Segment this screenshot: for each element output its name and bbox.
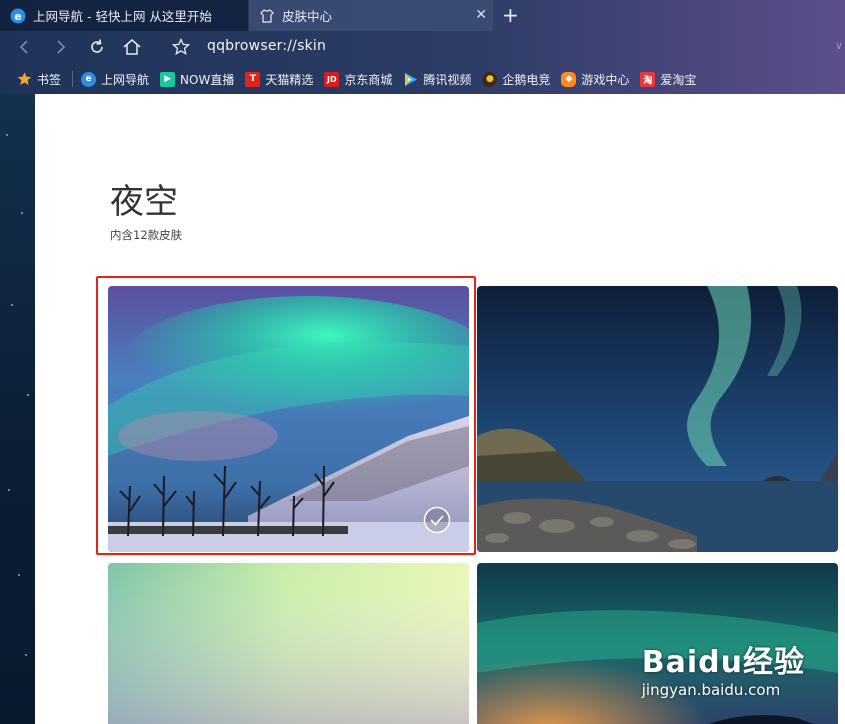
favorite-star-icon[interactable] bbox=[169, 35, 193, 59]
url-input[interactable]: qqbrowser://skin bbox=[207, 38, 326, 54]
refresh-icon[interactable] bbox=[85, 35, 109, 59]
bookmark-item[interactable]: ▶ NOW直播 bbox=[160, 71, 234, 88]
tab-title: 上网导航 - 轻快上网 从这里开始 bbox=[33, 9, 212, 24]
bookmark-item[interactable]: ◆ 游戏中心 bbox=[561, 71, 629, 88]
tmall-icon: T bbox=[245, 71, 261, 87]
tshirt-icon bbox=[259, 8, 275, 24]
bookmark-item[interactable]: e 上网导航 bbox=[81, 71, 149, 88]
bookmark-item[interactable]: 淘 爱淘宝 bbox=[640, 71, 696, 88]
watermark-brand: Baidu经验 bbox=[641, 645, 805, 680]
browser-chrome: e 上网导航 - 轻快上网 从这里开始 皮肤中心 ✕ + qqbrowser:/… bbox=[0, 0, 845, 94]
star-icon bbox=[17, 72, 32, 87]
bookmark-item[interactable]: 腾讯视频 bbox=[403, 71, 471, 88]
background-starfield bbox=[0, 94, 35, 724]
tab-navigation[interactable]: e 上网导航 - 轻快上网 从这里开始 bbox=[0, 0, 248, 31]
svg-text:e: e bbox=[14, 10, 21, 23]
tab-title: 皮肤中心 bbox=[282, 9, 333, 24]
bookmark-folder[interactable]: 书签 bbox=[17, 71, 61, 88]
page-title: 夜空 bbox=[110, 182, 178, 222]
bookmark-item[interactable]: JD 京东商城 bbox=[324, 71, 392, 88]
gamepad-icon: ◆ bbox=[561, 71, 577, 87]
skin-center-page: 夜空 内含12款皮肤 Baidu经验 jingyan.baidu.com bbox=[35, 94, 845, 724]
chevron-down-icon[interactable]: ∨ bbox=[835, 39, 843, 52]
penguin-icon: ● bbox=[482, 71, 498, 87]
skin-thumbnail[interactable] bbox=[477, 286, 838, 552]
taobao-icon: 淘 bbox=[640, 71, 656, 87]
home-icon[interactable] bbox=[120, 35, 144, 59]
ie-e-icon: e bbox=[81, 71, 97, 87]
ie-e-icon: e bbox=[10, 8, 26, 24]
bookmark-separator bbox=[72, 71, 74, 87]
aurora-green-image bbox=[108, 563, 469, 724]
close-icon[interactable]: ✕ bbox=[475, 7, 487, 23]
tencent-video-icon bbox=[403, 72, 418, 87]
watermark-site: jingyan.baidu.com bbox=[641, 681, 781, 699]
watermark: Baidu经验 jingyan.baidu.com bbox=[642, 637, 805, 699]
forward-icon[interactable] bbox=[49, 35, 73, 59]
back-icon[interactable] bbox=[12, 35, 36, 59]
bookmark-item[interactable]: ● 企鹅电竞 bbox=[482, 71, 550, 88]
bookmark-item[interactable]: T 天猫精选 bbox=[245, 71, 313, 88]
address-bar: qqbrowser://skin ∨ bbox=[0, 31, 845, 64]
new-tab-button[interactable]: + bbox=[502, 3, 519, 27]
tab-bar: e 上网导航 - 轻快上网 从这里开始 皮肤中心 ✕ + bbox=[0, 0, 845, 31]
aurora-coast-image bbox=[477, 286, 838, 552]
jd-icon: JD bbox=[324, 71, 340, 87]
now-icon: ▶ bbox=[160, 71, 176, 87]
tab-skin-center[interactable]: 皮肤中心 ✕ bbox=[249, 0, 493, 31]
skin-thumbnail[interactable] bbox=[108, 563, 469, 724]
bookmarks-bar: 书签 e 上网导航 ▶ NOW直播 T 天猫精选 JD 京东商城 腾讯视频 ● … bbox=[0, 64, 845, 94]
page-subtitle: 内含12款皮肤 bbox=[110, 228, 183, 242]
selected-skin-highlight bbox=[96, 276, 476, 555]
